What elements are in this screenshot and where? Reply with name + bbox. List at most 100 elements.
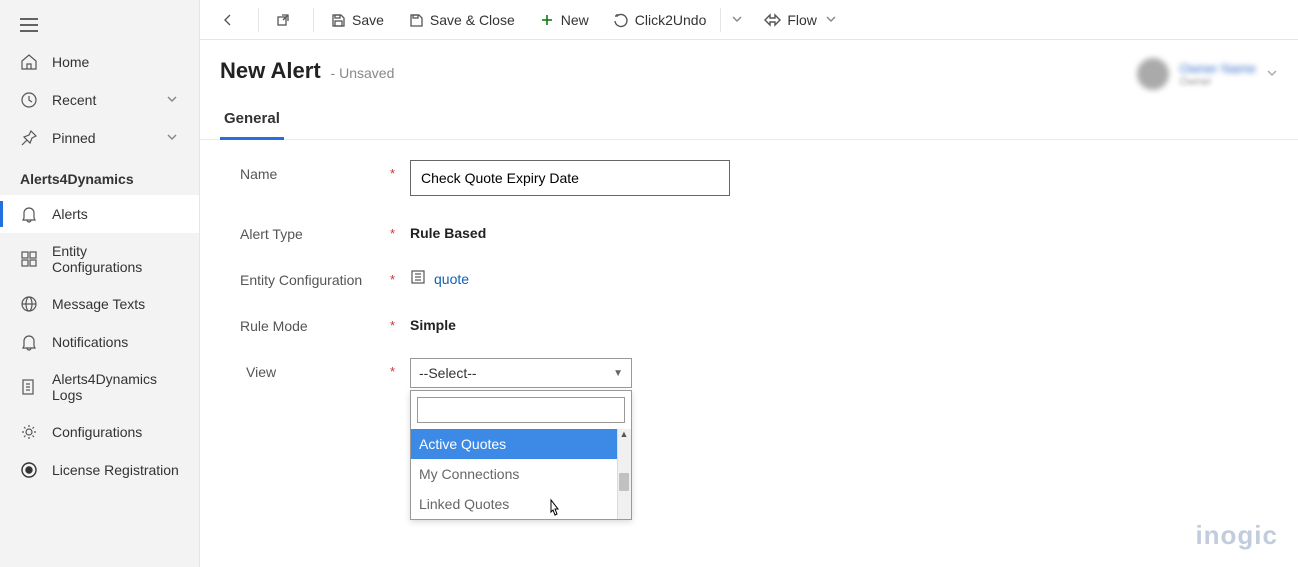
required-marker: * xyxy=(390,358,410,379)
view-dropdown-panel: ▲ Active Quotes My Connections Linked Qu… xyxy=(410,390,632,520)
form: Name * Alert Type * Rule Based Entity Co… xyxy=(200,140,1298,567)
new-label: New xyxy=(561,12,589,28)
alert-type-label: Alert Type xyxy=(240,220,390,242)
save-icon xyxy=(330,12,346,28)
sidebar-item-alerts[interactable]: Alerts xyxy=(0,195,199,233)
flow-label: Flow xyxy=(787,12,817,28)
back-arrow-icon xyxy=(220,12,236,28)
sidebar-item-license[interactable]: License Registration xyxy=(0,451,199,489)
undo-dropdown-chevron[interactable] xyxy=(723,12,751,28)
bell-icon xyxy=(20,333,38,351)
sidebar: Home Recent Pinned Alerts4Dynamics xyxy=(0,0,200,567)
log-icon xyxy=(20,378,38,396)
view-search-input[interactable] xyxy=(417,397,625,423)
save-button[interactable]: Save xyxy=(318,0,396,39)
save-close-label: Save & Close xyxy=(430,12,515,28)
name-input[interactable] xyxy=(410,160,730,196)
required-marker: * xyxy=(390,160,410,181)
separator xyxy=(720,8,721,32)
required-marker: * xyxy=(390,312,410,333)
required-marker: * xyxy=(390,220,410,241)
chevron-down-icon xyxy=(1266,66,1278,82)
new-button[interactable]: New xyxy=(527,0,601,39)
sidebar-label-alerts: Alerts xyxy=(52,206,179,222)
view-options-list: ▲ Active Quotes My Connections Linked Qu… xyxy=(411,429,631,519)
sidebar-item-entity-configurations[interactable]: Entity Configurations xyxy=(0,233,199,285)
view-select-placeholder: --Select-- xyxy=(419,365,477,381)
rule-mode-label: Rule Mode xyxy=(240,312,390,334)
undo-label: Click2Undo xyxy=(635,12,707,28)
grid-icon xyxy=(20,250,38,268)
view-option-my-connections[interactable]: My Connections xyxy=(411,459,631,489)
flow-button[interactable]: Flow xyxy=(751,0,849,39)
sidebar-label-entity-config: Entity Configurations xyxy=(52,243,179,275)
separator xyxy=(258,8,259,32)
chevron-down-icon xyxy=(165,130,179,147)
sidebar-item-notifications[interactable]: Notifications xyxy=(0,323,199,361)
pin-icon xyxy=(20,129,38,147)
sidebar-section-title: Alerts4Dynamics xyxy=(0,157,199,195)
gear-icon xyxy=(20,423,38,441)
clock-icon xyxy=(20,91,38,109)
sidebar-label-recent: Recent xyxy=(52,92,165,108)
sidebar-label-configurations: Configurations xyxy=(52,424,179,440)
page-title: New Alert xyxy=(220,58,321,83)
sidebar-label-license: License Registration xyxy=(52,462,179,478)
back-button[interactable] xyxy=(208,0,254,39)
page-header: New Alert - Unsaved Owner Name Owner xyxy=(200,40,1298,100)
owner-name: Owner Name xyxy=(1179,61,1256,76)
owner-role: Owner xyxy=(1179,76,1256,88)
tabs: General xyxy=(200,100,1298,140)
scroll-up-arrow-icon[interactable]: ▲ xyxy=(617,429,631,443)
sidebar-item-home[interactable]: Home xyxy=(0,43,199,81)
popout-icon xyxy=(275,12,291,28)
name-label: Name xyxy=(240,160,390,182)
save-label: Save xyxy=(352,12,384,28)
bell-icon xyxy=(20,205,38,223)
save-close-button[interactable]: Save & Close xyxy=(396,0,527,39)
sidebar-label-pinned: Pinned xyxy=(52,130,165,146)
tab-general[interactable]: General xyxy=(220,100,284,139)
sidebar-item-logs[interactable]: Alerts4Dynamics Logs xyxy=(0,361,199,413)
plus-icon xyxy=(539,12,555,28)
scrollbar-track[interactable]: ▲ xyxy=(617,429,631,519)
rule-mode-value[interactable]: Simple xyxy=(410,312,730,333)
license-icon xyxy=(20,461,38,479)
save-close-icon xyxy=(408,12,424,28)
scrollbar-thumb[interactable] xyxy=(619,473,629,491)
brand-logo: inogic xyxy=(1195,520,1278,551)
undo-button[interactable]: Click2Undo xyxy=(601,0,719,39)
sidebar-label-message-texts: Message Texts xyxy=(52,296,179,312)
entity-icon xyxy=(410,269,426,288)
sidebar-item-pinned[interactable]: Pinned xyxy=(0,119,199,157)
view-select[interactable]: --Select-- ▼ xyxy=(410,358,632,388)
separator xyxy=(313,8,314,32)
sidebar-item-configurations[interactable]: Configurations xyxy=(0,413,199,451)
page-subtitle: - Unsaved xyxy=(331,65,395,81)
globe-icon xyxy=(20,295,38,313)
caret-down-icon: ▼ xyxy=(613,368,623,379)
sidebar-label-home: Home xyxy=(52,54,179,70)
sidebar-label-notifications: Notifications xyxy=(52,334,179,350)
required-marker: * xyxy=(390,266,410,287)
avatar xyxy=(1137,58,1169,90)
main-content: Save Save & Close New Click2Undo xyxy=(200,0,1298,567)
owner-widget[interactable]: Owner Name Owner xyxy=(1137,58,1278,90)
entity-configuration-label: Entity Configuration xyxy=(240,266,390,288)
sidebar-item-message-texts[interactable]: Message Texts xyxy=(0,285,199,323)
home-icon xyxy=(20,53,38,71)
view-option-linked-quotes[interactable]: Linked Quotes xyxy=(411,489,631,519)
view-label: View xyxy=(240,358,390,380)
alert-type-value[interactable]: Rule Based xyxy=(410,220,730,241)
hamburger-menu[interactable] xyxy=(0,10,199,43)
command-bar: Save Save & Close New Click2Undo xyxy=(200,0,1298,40)
view-option-active-quotes[interactable]: Active Quotes xyxy=(411,429,631,459)
chevron-down-icon xyxy=(165,92,179,109)
sidebar-item-recent[interactable]: Recent xyxy=(0,81,199,119)
undo-icon xyxy=(613,12,629,28)
popout-button[interactable] xyxy=(263,0,309,39)
sidebar-label-logs: Alerts4Dynamics Logs xyxy=(52,371,179,403)
chevron-down-icon xyxy=(825,12,837,28)
entity-configuration-link[interactable]: quote xyxy=(434,271,469,287)
flow-icon xyxy=(763,12,781,28)
